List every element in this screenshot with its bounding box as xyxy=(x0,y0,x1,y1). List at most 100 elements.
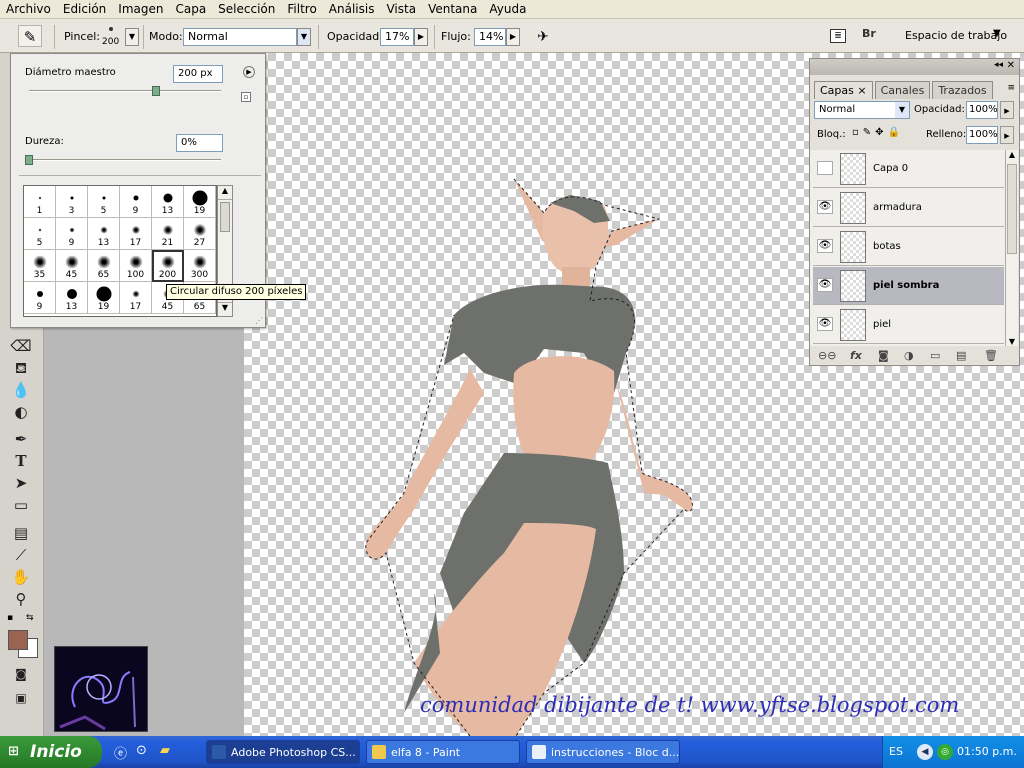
brush-preset[interactable]: 9 xyxy=(24,282,56,314)
layer-row[interactable]: 👁 piel xyxy=(813,306,1004,344)
language-indicator[interactable]: ES xyxy=(889,745,903,758)
brush-preset[interactable]: 3 xyxy=(56,186,88,218)
blend-dropdown-icon[interactable]: ▼ xyxy=(895,102,909,118)
diameter-slider-thumb[interactable] xyxy=(151,86,160,96)
link-layers-icon[interactable]: ⊖⊖ xyxy=(818,349,836,362)
brush-dropdown-button[interactable]: ▼ xyxy=(125,28,139,46)
blur-tool-icon[interactable]: 💧 xyxy=(10,380,32,400)
hardness-slider-thumb[interactable] xyxy=(25,155,33,165)
layer-row[interactable]: Capa 0 xyxy=(813,150,1004,188)
panel-titlebar[interactable]: ◂◂ ✕ xyxy=(810,59,1019,75)
brush-preset[interactable]: 35 xyxy=(24,250,56,282)
layer-opacity-field[interactable]: 100% xyxy=(966,101,998,119)
minimize-icon[interactable]: ◂◂ xyxy=(994,60,1003,70)
bridge-icon[interactable]: Br xyxy=(862,27,886,45)
airbrush-icon[interactable]: ✈ xyxy=(532,27,554,47)
folder-icon[interactable]: ▰ xyxy=(160,743,170,758)
scroll-down-icon[interactable]: ▼ xyxy=(218,302,232,316)
brush-preset[interactable]: 200 xyxy=(152,250,184,282)
notes-tool-icon[interactable]: ▤ xyxy=(10,523,32,543)
taskbar-button[interactable]: elfa 8 - Paint xyxy=(366,740,520,764)
resize-grip-icon[interactable]: ⋰ xyxy=(255,316,263,325)
dodge-tool-icon[interactable]: ◐ xyxy=(10,402,32,422)
brush-preset-picker[interactable]: 200 xyxy=(100,24,124,50)
ie-icon[interactable]: ⓔ xyxy=(114,743,127,762)
layer-row[interactable]: 👁 armadura xyxy=(813,189,1004,227)
mode-select[interactable]: Normal xyxy=(183,28,297,46)
palette-well-icon[interactable]: ≣ xyxy=(830,29,846,43)
default-colors-icon[interactable]: ▪ xyxy=(7,613,13,623)
brush-preset[interactable]: 19 xyxy=(88,282,120,314)
tab-trazados[interactable]: Trazados xyxy=(932,81,993,99)
layer-row[interactable]: 👁 piel sombra xyxy=(813,267,1004,305)
visibility-eye-icon[interactable]: 👁 xyxy=(817,317,833,331)
brush-preset[interactable]: 21 xyxy=(152,218,184,250)
brush-preset[interactable]: 5 xyxy=(88,186,120,218)
new-group-icon[interactable]: ▭ xyxy=(930,349,940,362)
close-tab-icon[interactable]: × xyxy=(854,84,866,97)
menu-item-1[interactable]: Edición xyxy=(57,2,112,16)
scroll-thumb[interactable] xyxy=(220,202,230,232)
panel-options-icon[interactable]: ≡ xyxy=(1007,83,1015,93)
menu-item-0[interactable]: Archivo xyxy=(0,2,57,16)
panel-menu-icon[interactable]: ▶ xyxy=(243,66,255,78)
brush-preset[interactable]: 27 xyxy=(184,218,216,250)
scroll-down-icon[interactable]: ▼ xyxy=(1006,337,1018,346)
menu-item-7[interactable]: Vista xyxy=(380,2,422,16)
trash-icon[interactable]: 🗑 xyxy=(984,349,998,362)
menu-item-2[interactable]: Imagen xyxy=(112,2,169,16)
visibility-eye-icon[interactable]: 👁 xyxy=(817,200,833,214)
brush-preset[interactable]: 5 xyxy=(24,218,56,250)
adjustment-layer-icon[interactable]: ◑ xyxy=(904,349,914,362)
new-layer-icon[interactable]: ▤ xyxy=(956,349,966,362)
flow-field[interactable]: 14% xyxy=(474,28,506,46)
scroll-thumb[interactable] xyxy=(1007,164,1017,254)
fill-field[interactable]: 100% xyxy=(966,126,998,144)
brush-preset[interactable]: 19 xyxy=(184,186,216,218)
layer-opacity-arrow-icon[interactable]: ▶ xyxy=(1000,101,1014,119)
workspace-dropdown-icon[interactable]: ▼ xyxy=(993,28,1001,39)
brush-preset[interactable]: 13 xyxy=(152,186,184,218)
opacity-field[interactable]: 17% xyxy=(380,28,414,46)
menu-item-4[interactable]: Selección xyxy=(212,2,281,16)
brush-preset[interactable]: 13 xyxy=(88,218,120,250)
mode-dropdown-icon[interactable]: ▼ xyxy=(297,28,311,46)
scroll-up-icon[interactable]: ▲ xyxy=(1006,150,1018,159)
visibility-eye-icon[interactable]: 👁 xyxy=(817,239,833,253)
brush-preset[interactable]: 300 xyxy=(184,250,216,282)
brush-preset[interactable]: 45 xyxy=(56,250,88,282)
layer-row[interactable]: 👁 botas xyxy=(813,228,1004,266)
brush-preset[interactable]: 1 xyxy=(24,186,56,218)
tab-canales[interactable]: Canales xyxy=(874,81,931,99)
visibility-eye-icon[interactable] xyxy=(817,161,833,175)
taskbar-button[interactable]: instrucciones - Bloc d... xyxy=(526,740,680,764)
close-icon[interactable]: ✕ xyxy=(1007,60,1015,71)
menu-item-3[interactable]: Capa xyxy=(169,2,212,16)
brush-preset[interactable]: 9 xyxy=(120,186,152,218)
zoom-tool-icon[interactable]: ⚲ xyxy=(10,589,32,609)
opacity-arrow-icon[interactable]: ▶ xyxy=(414,28,428,46)
diameter-slider-track[interactable] xyxy=(29,90,221,92)
brush-preset[interactable]: 9 xyxy=(56,218,88,250)
menu-item-5[interactable]: Filtro xyxy=(281,2,322,16)
tray-app-icon[interactable]: ◎ xyxy=(937,744,953,760)
brush-preset[interactable]: 17 xyxy=(120,218,152,250)
visibility-eye-icon[interactable]: 👁 xyxy=(817,278,833,292)
hardness-slider-track[interactable] xyxy=(25,159,221,161)
hand-tool-icon[interactable]: ✋ xyxy=(10,567,32,587)
rectangle-tool-icon[interactable]: ▭ xyxy=(10,495,32,515)
menu-item-9[interactable]: Ayuda xyxy=(483,2,532,16)
scroll-up-icon[interactable]: ▲ xyxy=(218,186,232,200)
tab-capas[interactable]: Capas × xyxy=(814,81,873,99)
brush-tool-icon[interactable]: ✎ xyxy=(18,25,42,47)
paint-bucket-tool-icon[interactable]: ⛾ xyxy=(10,358,32,378)
brush-preset[interactable]: 65 xyxy=(88,250,120,282)
eyedropper-tool-icon[interactable]: ⟋ xyxy=(10,545,32,565)
type-tool-icon[interactable]: T xyxy=(10,451,32,471)
media-icon[interactable]: ⊙ xyxy=(136,743,147,758)
menu-item-6[interactable]: Análisis xyxy=(323,2,381,16)
swap-colors-icon[interactable]: ⇆ xyxy=(26,613,34,623)
save-preset-icon[interactable]: ▫ xyxy=(241,92,251,102)
taskbar-button[interactable]: Adobe Photoshop CS... xyxy=(206,740,360,764)
brush-preset[interactable]: 17 xyxy=(120,282,152,314)
